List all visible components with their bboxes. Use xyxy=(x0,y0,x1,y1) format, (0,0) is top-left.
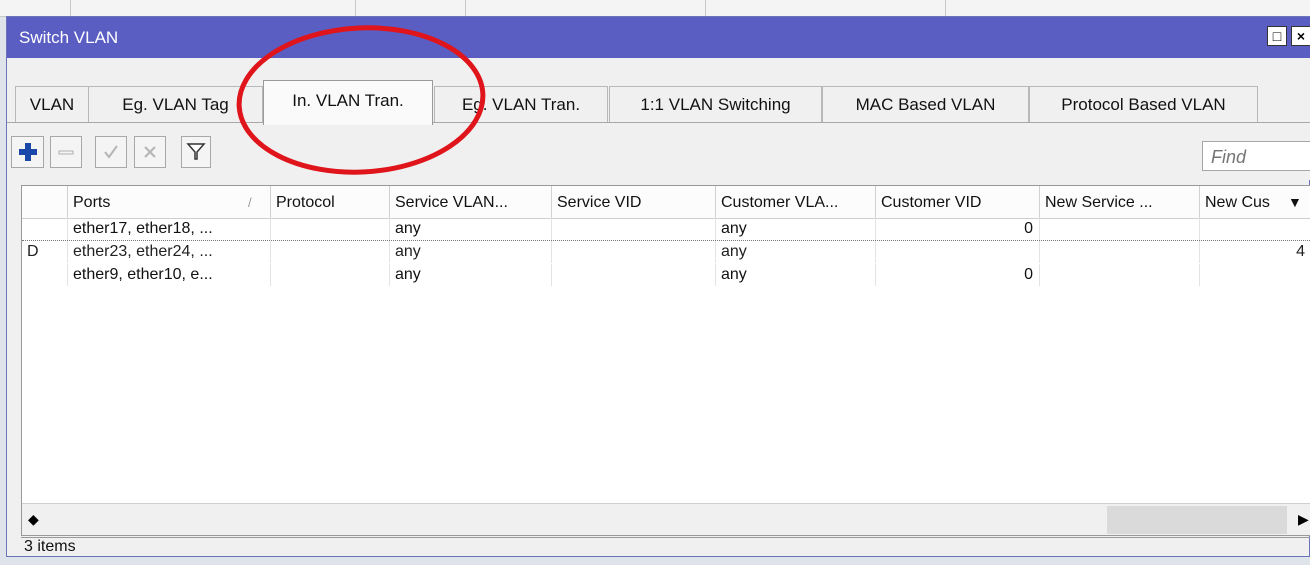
restore-button[interactable]: □ xyxy=(1267,26,1287,46)
column-header-flag[interactable] xyxy=(22,186,68,218)
column-header-customer-vid[interactable]: Customer VID xyxy=(876,186,1040,218)
cell-ports: ether23, ether24, ... xyxy=(68,241,271,263)
find-input[interactable] xyxy=(1202,141,1310,171)
tab-eg-vlan-tag[interactable]: Eg. VLAN Tag xyxy=(88,86,263,123)
cell-new-service xyxy=(1040,241,1200,263)
cell-customer-vid: 0 xyxy=(876,264,1040,286)
strip-segment xyxy=(0,0,71,16)
remove-icon xyxy=(58,150,74,155)
enable-button[interactable] xyxy=(95,136,127,168)
cell-protocol xyxy=(271,264,390,286)
strip-segment xyxy=(70,0,356,16)
strip-segment xyxy=(355,0,466,16)
tab-1-1-vlan-switching[interactable]: 1:1 VLAN Switching xyxy=(609,86,822,123)
close-button[interactable]: × xyxy=(1291,26,1310,46)
cell-protocol xyxy=(271,218,390,240)
table-row[interactable]: D ether23, ether24, ... any any 4 xyxy=(22,241,1310,263)
cell-service-vlan: any xyxy=(390,218,552,240)
cell-service-vid xyxy=(552,218,716,240)
tab-vlan[interactable]: VLAN xyxy=(15,86,89,123)
sort-indicator-icon: / xyxy=(248,195,252,210)
column-header-service-vid[interactable]: Service VID xyxy=(552,186,716,218)
title-bar[interactable]: Switch VLAN □ × xyxy=(7,17,1310,58)
cell-service-vid xyxy=(552,264,716,286)
cell-new-service xyxy=(1040,264,1200,286)
add-button[interactable] xyxy=(11,136,44,168)
disable-icon xyxy=(144,146,156,158)
column-header-ports[interactable]: Ports / xyxy=(68,186,271,218)
cell-customer-vlan: any xyxy=(716,264,876,286)
strip-segment xyxy=(465,0,706,16)
tab-protocol-based-vlan[interactable]: Protocol Based VLAN xyxy=(1029,86,1258,123)
cell-flag xyxy=(22,218,68,240)
cell-new-customer xyxy=(1200,264,1310,286)
table-row[interactable]: ether17, ether18, ... any any 0 xyxy=(22,218,1310,240)
add-icon xyxy=(18,143,37,161)
column-header-label: New Cus xyxy=(1205,194,1270,211)
scroll-right-icon[interactable]: ▶ xyxy=(1298,511,1309,528)
cell-ports: ether9, ether10, e... xyxy=(68,264,271,286)
cell-service-vlan: any xyxy=(390,241,552,263)
cell-flag xyxy=(22,264,68,286)
tab-divider xyxy=(7,122,1310,123)
filter-icon xyxy=(186,143,206,160)
column-header-protocol[interactable]: Protocol xyxy=(271,186,390,218)
tab-mac-based-vlan[interactable]: MAC Based VLAN xyxy=(822,86,1029,123)
cell-protocol xyxy=(271,241,390,263)
status-bar: 3 items xyxy=(21,537,1310,558)
filter-button[interactable] xyxy=(181,136,211,168)
tab-in-vlan-tran[interactable]: In. VLAN Tran. xyxy=(263,80,433,125)
enable-icon xyxy=(104,145,118,159)
remove-button[interactable] xyxy=(50,136,82,168)
table-header: Ports / Protocol Service VLAN... Service… xyxy=(22,186,1310,219)
disable-button[interactable] xyxy=(134,136,166,168)
tab-eg-vlan-tran[interactable]: Eg. VLAN Tran. xyxy=(434,86,608,123)
column-header-label: Ports xyxy=(73,194,111,211)
switch-vlan-window: Switch VLAN □ × VLAN Eg. VLAN Tag In. VL… xyxy=(6,16,1310,557)
cell-ports: ether17, ether18, ... xyxy=(68,218,271,240)
table-row[interactable]: ether9, ether10, e... any any 0 xyxy=(22,264,1310,286)
cell-service-vlan: any xyxy=(390,264,552,286)
cell-customer-vid: 0 xyxy=(876,218,1040,240)
cell-customer-vid xyxy=(876,241,1040,263)
strip-segment xyxy=(705,0,946,16)
cell-new-service xyxy=(1040,218,1200,240)
cell-customer-vlan: any xyxy=(716,241,876,263)
column-header-service-vlan[interactable]: Service VLAN... xyxy=(390,186,552,218)
scrollbar-thumb[interactable] xyxy=(1107,506,1287,534)
translation-table: Ports / Protocol Service VLAN... Service… xyxy=(21,185,1310,536)
cell-customer-vlan: any xyxy=(716,218,876,240)
item-count: 3 items xyxy=(24,538,76,555)
window-title: Switch VLAN xyxy=(19,28,119,47)
column-menu-icon[interactable]: ▼ xyxy=(1288,186,1302,218)
column-header-new-service[interactable]: New Service ... xyxy=(1040,186,1200,218)
scroll-left-icon[interactable]: ◆ xyxy=(28,511,39,528)
column-header-customer-vlan[interactable]: Customer VLA... xyxy=(716,186,876,218)
cell-flag: D xyxy=(22,241,68,263)
toolbar xyxy=(7,124,1310,180)
background-window-strip xyxy=(0,0,1310,17)
tab-bar: VLAN Eg. VLAN Tag In. VLAN Tran. Eg. VLA… xyxy=(7,58,1310,125)
cell-service-vid xyxy=(552,241,716,263)
horizontal-scrollbar[interactable]: ◆ ▶ xyxy=(22,503,1310,535)
cell-new-customer: 4 xyxy=(1200,241,1310,263)
cell-new-customer xyxy=(1200,218,1310,240)
column-header-new-customer[interactable]: New Cus ▼ xyxy=(1200,186,1310,218)
